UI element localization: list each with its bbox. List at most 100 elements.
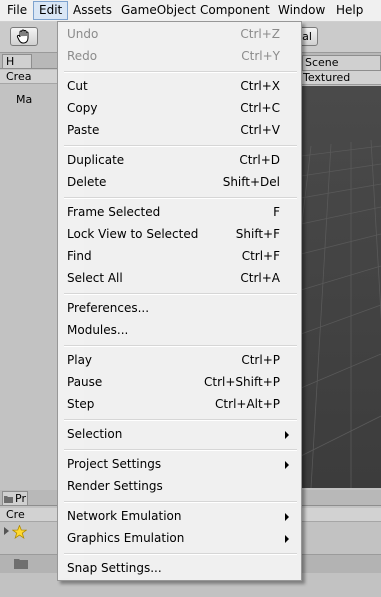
menu-item-label: Duplicate — [67, 153, 125, 167]
menu-item-modules[interactable]: Modules... — [61, 319, 298, 341]
menu-separator — [64, 345, 297, 347]
menu-item-shortcut: Ctrl+V — [240, 123, 280, 137]
menu-item-copy[interactable]: Copy Ctrl+C — [61, 97, 298, 119]
menu-separator — [64, 449, 297, 451]
menu-item-shortcut: Ctrl+A — [240, 271, 280, 285]
menu-item-shortcut: Ctrl+Y — [241, 49, 280, 63]
menu-separator — [64, 419, 297, 421]
menu-separator — [64, 293, 297, 295]
hierarchy-create-button[interactable]: Crea — [6, 70, 31, 83]
menu-item-shortcut: Shift+F — [235, 227, 280, 241]
menu-item-graphics-emulation[interactable]: Graphics Emulation — [61, 527, 298, 549]
menu-item-label: Preferences... — [67, 301, 150, 315]
menu-item-label: Delete — [67, 175, 107, 189]
expand-arrow-icon[interactable] — [4, 527, 9, 535]
menu-item-label: Network Emulation — [67, 509, 182, 523]
menu-item-render-settings[interactable]: Render Settings — [61, 475, 298, 497]
hierarchy-tabbar: H — [0, 53, 58, 69]
menu-item-label: Cut — [67, 79, 88, 93]
project-create-button[interactable]: Cre — [6, 508, 25, 521]
menu-item-redo[interactable]: Redo Ctrl+Y — [61, 45, 298, 67]
menu-item-shortcut: Ctrl+F — [241, 249, 280, 263]
menu-item-duplicate[interactable]: Duplicate Ctrl+D — [61, 149, 298, 171]
submenu-arrow-icon — [285, 461, 289, 469]
hand-icon — [16, 29, 29, 44]
menu-help[interactable]: Help — [331, 2, 368, 19]
project-tab-label: Pr — [15, 492, 26, 505]
menu-item-label: Selection — [67, 427, 123, 441]
menu-item-frame-selected[interactable]: Frame Selected F — [61, 201, 298, 223]
menu-item-select-all[interactable]: Select All Ctrl+A — [61, 267, 298, 289]
menu-item-undo[interactable]: Undo Ctrl+Z — [61, 23, 298, 45]
scene-view[interactable] — [301, 86, 381, 488]
menu-item-snap-settings[interactable]: Snap Settings... — [61, 557, 298, 579]
menu-bar: File Edit Assets GameObject Component Wi… — [0, 0, 381, 22]
menu-item-label: Copy — [67, 101, 98, 115]
menu-item-shortcut: Ctrl+Z — [240, 27, 280, 41]
edit-menu-dropdown: Undo Ctrl+Z Redo Ctrl+Y Cut Ctrl+X Copy … — [57, 21, 302, 581]
menu-separator — [64, 145, 297, 147]
menu-item-label: Render Settings — [67, 479, 163, 493]
menu-item-shortcut: Ctrl+Shift+P — [204, 375, 280, 389]
menu-separator — [64, 553, 297, 555]
folder-icon — [14, 559, 28, 569]
hierarchy-item[interactable]: Ma — [16, 93, 32, 106]
scene-grid — [301, 86, 381, 488]
menu-item-project-settings[interactable]: Project Settings — [61, 453, 298, 475]
hierarchy-tab-label: H — [6, 55, 15, 68]
menu-component[interactable]: Component — [195, 2, 275, 19]
menu-item-shortcut: Ctrl+D — [239, 153, 280, 167]
submenu-arrow-icon — [285, 431, 289, 439]
menu-item-network-emulation[interactable]: Network Emulation — [61, 505, 298, 527]
menu-item-shortcut: Ctrl+Alt+P — [215, 397, 280, 411]
menu-item-label: Find — [67, 249, 92, 263]
menu-item-label: Lock View to Selected — [67, 227, 199, 241]
menu-item-paste[interactable]: Paste Ctrl+V — [61, 119, 298, 141]
menu-item-preferences[interactable]: Preferences... — [61, 297, 298, 319]
menu-item-lock-view[interactable]: Lock View to Selected Shift+F — [61, 223, 298, 245]
pivot-mode-label: al — [302, 30, 312, 43]
menu-item-label: Pause — [67, 375, 103, 389]
menu-window[interactable]: Window — [273, 2, 330, 19]
menu-item-label: Redo — [67, 49, 98, 63]
scene-toolbar: Textured — [301, 71, 381, 85]
menu-edit[interactable]: Edit — [33, 1, 69, 20]
menu-item-pause[interactable]: Pause Ctrl+Shift+P — [61, 371, 298, 393]
menu-item-play[interactable]: Play Ctrl+P — [61, 349, 298, 371]
star-icon — [12, 525, 27, 539]
folder-icon — [4, 496, 13, 503]
menu-item-label: Frame Selected — [67, 205, 161, 219]
menu-item-cut[interactable]: Cut Ctrl+X — [61, 75, 298, 97]
menu-item-label: Select All — [67, 271, 123, 285]
hierarchy-create-bar: Crea — [0, 70, 58, 84]
menu-assets[interactable]: Assets — [68, 2, 117, 19]
hierarchy-panel: Ma — [0, 85, 58, 488]
menu-item-delete[interactable]: Delete Shift+Del — [61, 171, 298, 193]
menu-file[interactable]: File — [2, 2, 32, 19]
menu-item-find[interactable]: Find Ctrl+F — [61, 245, 298, 267]
menu-item-shortcut: F — [273, 205, 280, 219]
submenu-arrow-icon — [285, 535, 289, 543]
scene-render-mode-dropdown[interactable]: Textured — [303, 71, 350, 84]
menu-separator — [64, 71, 297, 73]
menu-item-label: Graphics Emulation — [67, 531, 185, 545]
hand-tool-button[interactable] — [10, 27, 38, 46]
menu-item-label: Project Settings — [67, 457, 162, 471]
menu-item-shortcut: Ctrl+X — [240, 79, 280, 93]
menu-item-label: Paste — [67, 123, 100, 137]
submenu-arrow-icon — [285, 513, 289, 521]
menu-item-shortcut: Ctrl+C — [240, 101, 280, 115]
menu-item-label: Step — [67, 397, 95, 411]
hierarchy-tab[interactable]: H — [2, 54, 32, 68]
project-tab[interactable]: Pr — [2, 491, 28, 505]
menu-item-shortcut: Shift+Del — [222, 175, 280, 189]
menu-item-label: Undo — [67, 27, 99, 41]
menu-gameobject[interactable]: GameObject — [116, 2, 201, 19]
menu-item-shortcut: Ctrl+P — [241, 353, 280, 367]
scene-tab[interactable]: Scene — [302, 55, 381, 70]
menu-item-label: Play — [67, 353, 93, 367]
menu-item-step[interactable]: Step Ctrl+Alt+P — [61, 393, 298, 415]
menu-item-label: Snap Settings... — [67, 561, 162, 575]
menu-item-selection[interactable]: Selection — [61, 423, 298, 445]
menu-separator — [64, 197, 297, 199]
